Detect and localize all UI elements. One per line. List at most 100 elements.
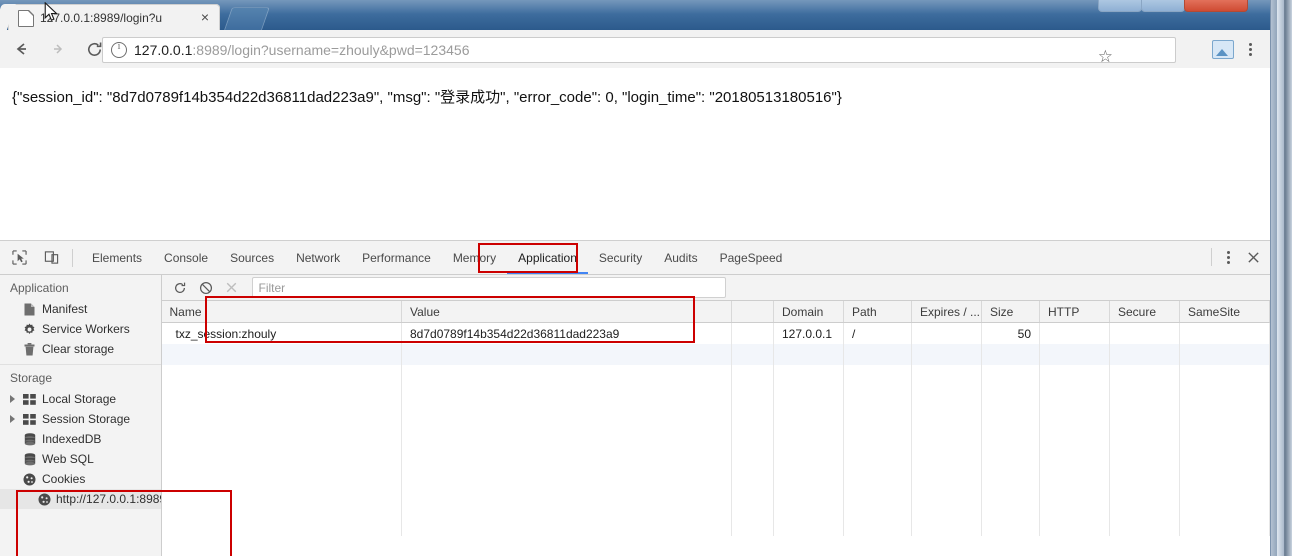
sidebar-section-application: Application — [10, 281, 69, 295]
table-header-row: Name Value Domain Path Expires / ... Siz… — [161, 301, 1270, 323]
tab-title: 127.0.0.1:8989/login?u — [40, 11, 163, 25]
address-bar[interactable]: 127.0.0.1:8989/login?username=zhouly&pwd… — [102, 37, 1176, 66]
tab-elements[interactable]: Elements — [81, 242, 153, 274]
trash-icon — [22, 342, 37, 356]
extension-icon[interactable] — [1212, 40, 1234, 59]
table-empty-row — [161, 344, 1270, 365]
sidebar-section-storage: Storage — [10, 371, 53, 385]
json-response-text: {"session_id": "8d7d0789f14b354d22d36811… — [12, 89, 842, 106]
sidebar-item-cookies[interactable]: Cookies — [0, 469, 161, 489]
clear-all-icon[interactable] — [196, 278, 216, 298]
sidebar-item-label: Clear storage — [42, 342, 115, 356]
column-header-domain[interactable]: Domain — [773, 301, 844, 323]
cookies-panel: Filter Name Value Domain Path Expires / … — [161, 275, 1270, 556]
cell-name: txz_session:zhouly — [161, 322, 402, 344]
sidebar-item-service-workers[interactable]: Service Workers — [0, 319, 161, 339]
column-header-path[interactable]: Path — [843, 301, 912, 323]
cookies-toolbar: Filter — [161, 275, 1270, 301]
bookmark-star-icon[interactable]: ☆ — [1098, 48, 1113, 66]
inspect-element-icon[interactable] — [6, 245, 32, 271]
devtools-tabbar-right — [1205, 241, 1266, 273]
address-bar-path: :8989/login?username=zhouly&pwd=123456 — [192, 42, 470, 58]
page-icon — [18, 9, 34, 27]
chevron-right-icon[interactable] — [10, 415, 15, 423]
sidebar-item-clear-storage[interactable]: Clear storage — [0, 339, 161, 359]
table-row[interactable]: txz_session:zhouly 8d7d0789f14b354d22d36… — [161, 322, 1270, 344]
column-header-value[interactable]: Value — [401, 301, 732, 323]
manifest-document-icon — [22, 303, 37, 316]
column-spacer — [731, 301, 774, 323]
column-header-expires[interactable]: Expires / ... — [911, 301, 982, 323]
refresh-icon[interactable] — [170, 278, 190, 298]
minimize-button[interactable] — [1098, 0, 1142, 12]
sidebar-item-web-sql[interactable]: Web SQL — [0, 449, 161, 469]
background-window-scrollbar — [1277, 0, 1284, 556]
cookie-icon — [22, 473, 37, 486]
gear-icon — [22, 323, 37, 336]
cookie-icon — [38, 493, 51, 506]
grid-icon — [22, 393, 37, 405]
cell-domain: 127.0.0.1 — [773, 322, 844, 344]
delete-selected-icon[interactable] — [222, 278, 242, 298]
devtools-body: Application Manifest Service Workers Cle… — [0, 275, 1270, 556]
sidebar-item-local-storage[interactable]: Local Storage — [0, 389, 161, 409]
column-header-name[interactable]: Name — [161, 301, 402, 323]
site-info-icon[interactable] — [111, 41, 127, 58]
tab-pagespeed[interactable]: PageSpeed — [709, 242, 794, 274]
tab-sources[interactable]: Sources — [219, 242, 285, 274]
column-header-secure[interactable]: Secure — [1109, 301, 1180, 323]
devtools-more-menu-icon[interactable] — [1220, 248, 1236, 266]
cell-value: 8d7d0789f14b354d22d36811dad223a9 — [401, 322, 732, 344]
sidebar-item-manifest[interactable]: Manifest — [0, 299, 161, 319]
grid-icon — [22, 413, 37, 425]
device-toolbar-icon[interactable] — [38, 245, 64, 271]
database-icon — [22, 452, 37, 466]
sidebar-item-label: http://127.0.0.1:8989 — [56, 492, 162, 506]
sidebar-item-label: Session Storage — [42, 412, 131, 426]
devtools-close-icon[interactable] — [1240, 244, 1266, 270]
sidebar-item-cookie-origin[interactable]: http://127.0.0.1:8989 — [0, 489, 161, 509]
database-icon — [22, 432, 37, 446]
back-button[interactable] — [8, 35, 36, 63]
tab-security[interactable]: Security — [588, 242, 653, 274]
filter-input[interactable]: Filter — [251, 277, 726, 298]
cell-secure — [1109, 322, 1180, 344]
tab-network[interactable]: Network — [285, 242, 351, 274]
cookies-table: Name Value Domain Path Expires / ... Siz… — [161, 301, 1270, 536]
close-window-button[interactable] — [1184, 0, 1248, 12]
sidebar-item-session-storage[interactable]: Session Storage — [0, 409, 161, 429]
screenshot-root: 127.0.0.1:8989/login?u × i 127.0.0.1:898… — [0, 0, 1292, 556]
tab-console[interactable]: Console — [153, 242, 219, 274]
table-empty-row — [161, 386, 1270, 536]
browser-toolbar: 127.0.0.1:8989/login?username=zhouly&pwd… — [0, 30, 1270, 69]
column-header-http[interactable]: HTTP — [1039, 301, 1110, 323]
address-bar-url: 127.0.0.1:8989/login?username=zhouly&pwd… — [134, 42, 470, 58]
column-header-samesite[interactable]: SameSite — [1179, 301, 1270, 323]
chevron-right-icon[interactable] — [10, 395, 15, 403]
sidebar-item-label: Service Workers — [42, 322, 130, 336]
sidebar-item-label: Cookies — [42, 472, 86, 486]
three-dot-menu-icon[interactable] — [1242, 39, 1258, 59]
window-controls — [1098, 0, 1248, 12]
application-sidebar: Application Manifest Service Workers Cle… — [0, 275, 162, 556]
tab-memory[interactable]: Memory — [442, 242, 507, 274]
tab-audits[interactable]: Audits — [653, 242, 708, 274]
tab-performance[interactable]: Performance — [351, 242, 442, 274]
cell-samesite — [1179, 322, 1270, 344]
cell-spacer — [731, 322, 774, 344]
sidebar-item-label: Manifest — [42, 302, 88, 316]
filter-placeholder: Filter — [258, 280, 286, 295]
tab-application[interactable]: Application — [507, 242, 588, 274]
browser-tab-active[interactable]: 127.0.0.1:8989/login?u × — [8, 4, 220, 30]
sidebar-item-label: Web SQL — [42, 452, 94, 466]
new-tab-button[interactable] — [224, 7, 270, 30]
column-header-size[interactable]: Size — [981, 301, 1040, 323]
maximize-button[interactable] — [1141, 0, 1185, 12]
forward-button[interactable] — [44, 35, 72, 63]
cell-path: / — [843, 322, 912, 344]
sidebar-item-label: Local Storage — [42, 392, 117, 406]
tab-close-icon[interactable]: × — [198, 10, 212, 25]
background-window-strip — [1270, 0, 1292, 556]
sidebar-item-indexeddb[interactable]: IndexedDB — [0, 429, 161, 449]
cell-size: 50 — [981, 322, 1040, 344]
